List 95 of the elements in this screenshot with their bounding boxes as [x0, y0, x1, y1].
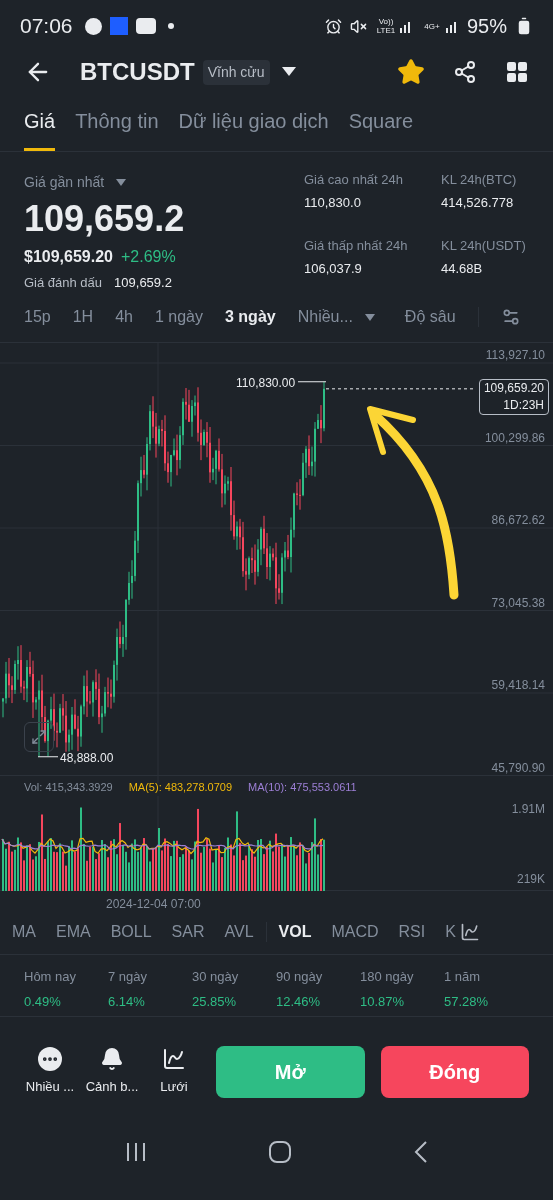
- caret-icon[interactable]: [281, 67, 296, 77]
- indicator-tab[interactable]: MA: [12, 920, 36, 944]
- last-price: 109,659.2: [24, 197, 186, 241]
- close-position-button[interactable]: Đóng: [380, 1045, 529, 1098]
- battery-percent: 95%: [466, 14, 507, 39]
- network-label: Vo)) LTE1: [375, 17, 397, 35]
- fullscreen-button[interactable]: [24, 722, 54, 752]
- period-change: 57.28%: [444, 993, 490, 1011]
- period-change: 6.14%: [108, 993, 146, 1011]
- stat-value: 44.68B: [441, 259, 484, 278]
- recent-apps-icon[interactable]: [124, 1140, 147, 1163]
- price-axis-label: 86,672.62: [491, 512, 545, 529]
- period-label: 1 năm: [444, 967, 482, 986]
- more-intervals-dropdown[interactable]: Nhiều...: [297, 305, 375, 329]
- price-change: +2.69%: [121, 247, 176, 267]
- indicator-tab[interactable]: K: [445, 920, 456, 944]
- grid-menu-icon[interactable]: [505, 60, 529, 84]
- high-price-label: 110,830.00: [236, 374, 296, 392]
- usd-price: $109,659.20: [24, 247, 113, 267]
- low-leader-line: [37, 756, 59, 758]
- stat-label: Giá thấp nhất 24h: [304, 237, 409, 255]
- price-axis-label: 113,927.10: [485, 347, 545, 364]
- contract-tag: Vĩnh cửu: [202, 59, 270, 85]
- bell-icon: [100, 1046, 124, 1071]
- chat-app-icon: [135, 18, 156, 34]
- price-axis-label: 59,418.14: [491, 677, 545, 694]
- mark-price-label: Giá đánh dấu: [24, 274, 103, 292]
- status-time: 07:06: [20, 13, 73, 40]
- price-axis-label: 73,045.38: [491, 594, 545, 612]
- stat-label: Giá cao nhất 24h: [304, 171, 405, 189]
- period-change: 10.87%: [360, 993, 406, 1011]
- interval-tab[interactable]: 15p: [24, 305, 51, 329]
- stat-label: KL 24h(USDT): [441, 237, 526, 255]
- period-change: 12.46%: [276, 993, 322, 1011]
- period-label: 7 ngày: [108, 967, 149, 986]
- indicator-tab[interactable]: SAR: [171, 920, 205, 944]
- period-label: 90 ngày: [276, 967, 324, 986]
- open-position-button[interactable]: Mở: [216, 1045, 365, 1098]
- tab[interactable]: Giá: [24, 106, 56, 151]
- period-label: 30 ngày: [192, 967, 240, 986]
- interval-tab[interactable]: 4h: [115, 305, 133, 329]
- indicator-tab[interactable]: BOLL: [110, 920, 152, 944]
- interval-tab[interactable]: 3 ngày: [225, 305, 276, 329]
- depth-tab[interactable]: Độ sâu: [404, 305, 456, 329]
- candle-countdown: 1D:23H: [503, 396, 544, 414]
- home-icon[interactable]: [267, 1139, 292, 1164]
- alarm-icon: [324, 17, 342, 35]
- signal-icon: [398, 19, 413, 33]
- indicator-tab[interactable]: AVL: [224, 920, 254, 944]
- indicator-tab[interactable]: VOL: [278, 920, 312, 944]
- indicator-tab[interactable]: MACD: [331, 920, 379, 944]
- current-price: 109,659.20: [483, 379, 544, 397]
- stat-value: 110,830.0: [304, 193, 362, 212]
- time-axis-label: 2024-12-04 07:00: [106, 896, 201, 911]
- share-icon[interactable]: [453, 60, 477, 84]
- symbol-title: BTCUSDT: [80, 57, 195, 87]
- tab[interactable]: Thông tin: [75, 106, 159, 151]
- price-label: Giá gần nhất: [24, 173, 105, 192]
- signal-icon: [444, 19, 459, 33]
- indicator-tab[interactable]: EMA: [56, 920, 91, 944]
- high-leader-line: [297, 381, 327, 383]
- toolbar-action[interactable]: Cảnh b...: [86, 1046, 138, 1097]
- stat-value: 414,526.778: [441, 193, 515, 212]
- network-label: 4G+: [423, 21, 441, 31]
- volume-axis-label: 219K: [516, 870, 545, 888]
- grid-chart-icon: [162, 1046, 186, 1071]
- toolbar-action[interactable]: Lưới: [148, 1046, 200, 1097]
- indicator-tab[interactable]: RSI: [398, 920, 426, 944]
- period-change: 25.85%: [192, 993, 238, 1011]
- mute-icon: [349, 17, 367, 35]
- favorite-star-icon[interactable]: [397, 58, 425, 86]
- low-price-label: 48,888.00: [60, 749, 114, 767]
- interval-tab[interactable]: 1H: [72, 305, 94, 329]
- interval-tab[interactable]: 1 ngày: [154, 305, 203, 329]
- stat-value: 106,037.9: [304, 259, 363, 278]
- ma10-value: MA(10): 475,553.0611: [248, 780, 357, 795]
- more-icon: [38, 1046, 62, 1071]
- mark-price: 109,659.2: [114, 274, 172, 292]
- volume-axis-label: 1.91M: [511, 800, 545, 818]
- caret-icon: [364, 313, 375, 321]
- tab[interactable]: Dữ liệu giao dịch: [178, 106, 329, 151]
- period-label: Hôm nay: [24, 967, 78, 986]
- expand-icon: [31, 729, 47, 745]
- ma5-value: MA(5): 483,278.0709: [128, 780, 233, 795]
- period-change: 0.49%: [24, 993, 62, 1011]
- stat-label: KL 24h(BTC): [441, 171, 518, 189]
- price-axis-label: 45,790.90: [491, 759, 545, 777]
- toolbar-action[interactable]: Nhiều ...: [24, 1046, 76, 1097]
- social-app-icon: [84, 17, 102, 35]
- period-label: 180 ngày: [360, 967, 415, 986]
- price-axis-label: 100,299.86: [484, 429, 545, 447]
- back-nav-icon[interactable]: [412, 1139, 429, 1164]
- exchange-app-icon: [109, 17, 128, 35]
- volume-value: Vol: 415,343.3929: [24, 780, 113, 795]
- tab[interactable]: Square: [348, 106, 414, 151]
